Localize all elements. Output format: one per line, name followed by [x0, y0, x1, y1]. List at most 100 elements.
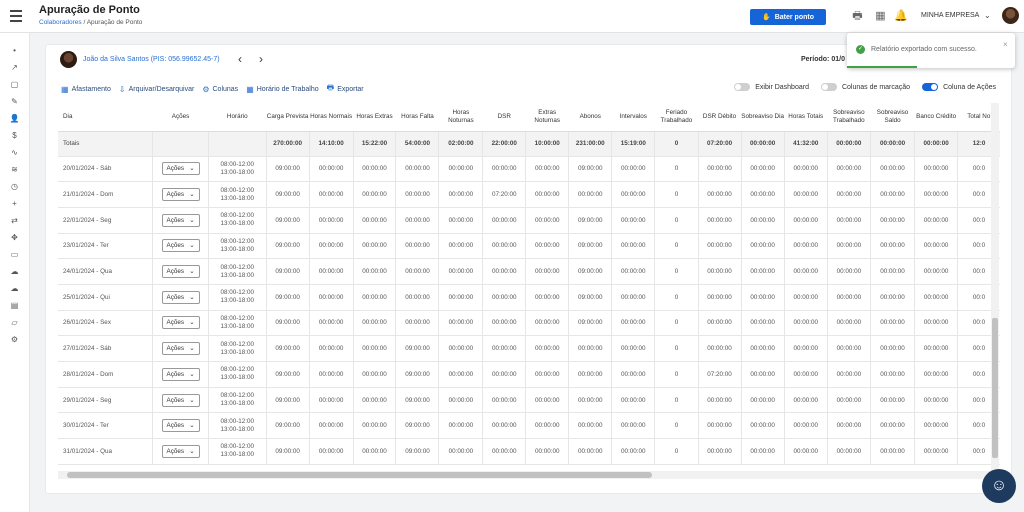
value-cell: 00:00:00 — [697, 181, 742, 208]
printer-icon[interactable]: 🖶 — [851, 10, 864, 23]
calculator-icon[interactable]: ▦ — [874, 10, 887, 23]
acoes-dropdown[interactable]: Ações ⌄ — [161, 367, 200, 381]
toggle-switch[interactable] — [734, 83, 751, 91]
column-header[interactable]: Extras Noturnas — [525, 103, 569, 132]
dollar-icon[interactable]: $ — [8, 130, 21, 142]
value-cell: 00:00:00 — [482, 310, 526, 337]
chevron-down-icon: ⌄ — [189, 268, 195, 276]
main-card: João da Silva Santos (PIS: 056.99652.45-… — [45, 44, 1012, 494]
value-cell: 00:00:00 — [352, 335, 396, 362]
totals-cell — [152, 131, 209, 157]
value-cell: 00:00:00 — [438, 310, 483, 337]
breadcrumb-colaboradores[interactable]: Colaboradores — [39, 19, 82, 26]
settings-icon[interactable]: ⚙ — [8, 334, 21, 346]
pen-icon[interactable]: ✎ — [8, 96, 21, 108]
value-cell: 00:00:00 — [914, 361, 958, 388]
toggle-switch[interactable] — [922, 83, 939, 91]
column-header[interactable]: Dia — [58, 103, 153, 132]
acoes-dropdown[interactable]: Ações ⌄ — [161, 188, 200, 202]
bell-icon[interactable]: 🔔 — [894, 10, 908, 23]
pulse-icon[interactable]: ∿ — [8, 147, 21, 159]
acoes-dropdown[interactable]: Ações ⌄ — [161, 290, 200, 304]
chevron-left-icon[interactable]: ‹ — [238, 52, 242, 66]
vertical-scrollbar[interactable] — [991, 103, 999, 471]
clock-icon[interactable]: ◷ — [8, 181, 21, 193]
plus-icon[interactable]: + — [8, 198, 21, 210]
trend-icon[interactable]: ↗ — [8, 62, 21, 74]
column-header[interactable]: Ações — [152, 103, 209, 132]
move-icon[interactable]: ✥ — [8, 232, 21, 244]
toggle-2[interactable]: Coluna de Ações — [922, 83, 996, 91]
column-header[interactable]: Sobreaviso Trabalhado — [827, 103, 871, 132]
close-icon[interactable]: × — [1003, 40, 1008, 49]
acoes-label: Ações — [166, 447, 185, 455]
toolbar-exportar-button[interactable]: 🖶 Exportar — [327, 82, 364, 96]
toggle-1[interactable]: Colunas de marcação — [820, 83, 910, 91]
toolbar-horario-button[interactable]: ▦ Horário de Trabalho — [246, 85, 318, 94]
column-header[interactable]: Abonos — [568, 103, 612, 132]
dot-icon[interactable]: • — [8, 45, 21, 57]
value-cell: 00:00:00 — [525, 438, 569, 465]
column-header[interactable]: Sobreaviso Saldo — [870, 103, 915, 132]
column-header[interactable]: Intervalos — [611, 103, 655, 132]
acoes-dropdown[interactable]: Ações ⌄ — [161, 419, 200, 433]
value-cell: 00:00:00 — [352, 258, 396, 285]
file-icon[interactable]: ▤ — [8, 300, 21, 312]
chat-icon[interactable]: ▱ — [8, 317, 21, 329]
breadcrumb: Colaboradores / Apuração de Ponto — [39, 19, 142, 26]
acoes-dropdown[interactable]: Ações ⌄ — [161, 213, 200, 227]
value-cell: 00:00:00 — [395, 233, 439, 260]
layers-icon[interactable]: ≋ — [8, 164, 21, 176]
value-cell: 00:00:00 — [826, 284, 871, 311]
acoes-dropdown[interactable]: Ações ⌄ — [161, 239, 200, 253]
column-header[interactable]: Banco Crédito — [914, 103, 958, 132]
column-header[interactable]: Horas Extras — [353, 103, 396, 132]
user-avatar[interactable] — [1002, 7, 1019, 24]
column-header[interactable]: Feriado Trabalhado — [654, 103, 699, 132]
value-cell: 00:00:00 — [740, 361, 785, 388]
column-header[interactable]: Carga Prevista — [266, 103, 310, 132]
toolbar-afastamento-button[interactable]: ▦ Afastamento — [61, 85, 111, 94]
toolbar-label: Afastamento — [71, 85, 111, 93]
column-header[interactable]: Horas Noturnas — [438, 103, 483, 132]
acoes-dropdown[interactable]: Ações ⌄ — [161, 265, 200, 279]
day-cell: 23/01/2024 - Ter — [58, 233, 153, 260]
toggle-0[interactable]: Exibir Dashboard — [734, 83, 809, 91]
value-cell: 00:00:00 — [482, 387, 526, 414]
column-header[interactable]: Horas Normais — [309, 103, 354, 132]
column-header[interactable]: Sobreaviso Dia — [741, 103, 785, 132]
bater-ponto-button[interactable]: ✋ Bater ponto — [750, 9, 826, 25]
swap-icon[interactable]: ⇄ — [8, 215, 21, 227]
schedule-time: 13:00-18:00 — [220, 220, 255, 228]
day-cell: 20/01/2024 - Sáb — [58, 156, 153, 183]
acoes-dropdown[interactable]: Ações ⌄ — [161, 444, 200, 458]
acoes-dropdown[interactable]: Ações ⌄ — [161, 316, 200, 330]
acoes-dropdown[interactable]: Ações ⌄ — [161, 342, 200, 356]
toolbar-arquivar-button[interactable]: ⇩ Arquivar/Desarquivar — [119, 85, 194, 94]
value-cell: 00:00:00 — [525, 284, 569, 311]
user-icon[interactable]: 👤 — [8, 113, 21, 125]
column-header[interactable]: DSR Débito — [698, 103, 742, 132]
cloud-refresh-icon[interactable]: ☁ — [8, 283, 21, 295]
acoes-dropdown[interactable]: Ações ⌄ — [161, 393, 200, 407]
column-header[interactable]: Horas Falta — [395, 103, 439, 132]
scroll-thumb-horizontal[interactable] — [67, 472, 652, 478]
chevron-right-icon[interactable]: › — [259, 52, 263, 66]
cloud-upload-icon[interactable]: ☁ — [8, 266, 21, 278]
horizontal-scrollbar[interactable] — [58, 471, 1000, 479]
company-selector[interactable]: MINHA EMPRESA — [921, 12, 979, 19]
day-cell: 30/01/2024 - Ter — [58, 412, 153, 440]
menu-icon[interactable] — [10, 10, 22, 22]
employee-name[interactable]: João da Silva Santos (PIS: 056.99652.45-… — [83, 56, 220, 63]
book-icon[interactable]: ▭ — [8, 249, 21, 261]
column-header[interactable]: DSR — [482, 103, 526, 132]
document-icon[interactable]: ▢ — [8, 79, 21, 91]
scroll-thumb[interactable] — [992, 318, 998, 458]
toolbar-colunas-button[interactable]: ⚙ Colunas — [202, 85, 238, 94]
support-chat-button[interactable]: ☺ — [982, 469, 1016, 503]
chevron-down-icon[interactable]: ⌄ — [984, 11, 991, 20]
toggle-switch[interactable] — [820, 83, 837, 91]
acoes-dropdown[interactable]: Ações ⌄ — [161, 162, 200, 176]
column-header[interactable]: Horas Totais — [784, 103, 828, 132]
column-header[interactable]: Horário — [208, 103, 267, 132]
